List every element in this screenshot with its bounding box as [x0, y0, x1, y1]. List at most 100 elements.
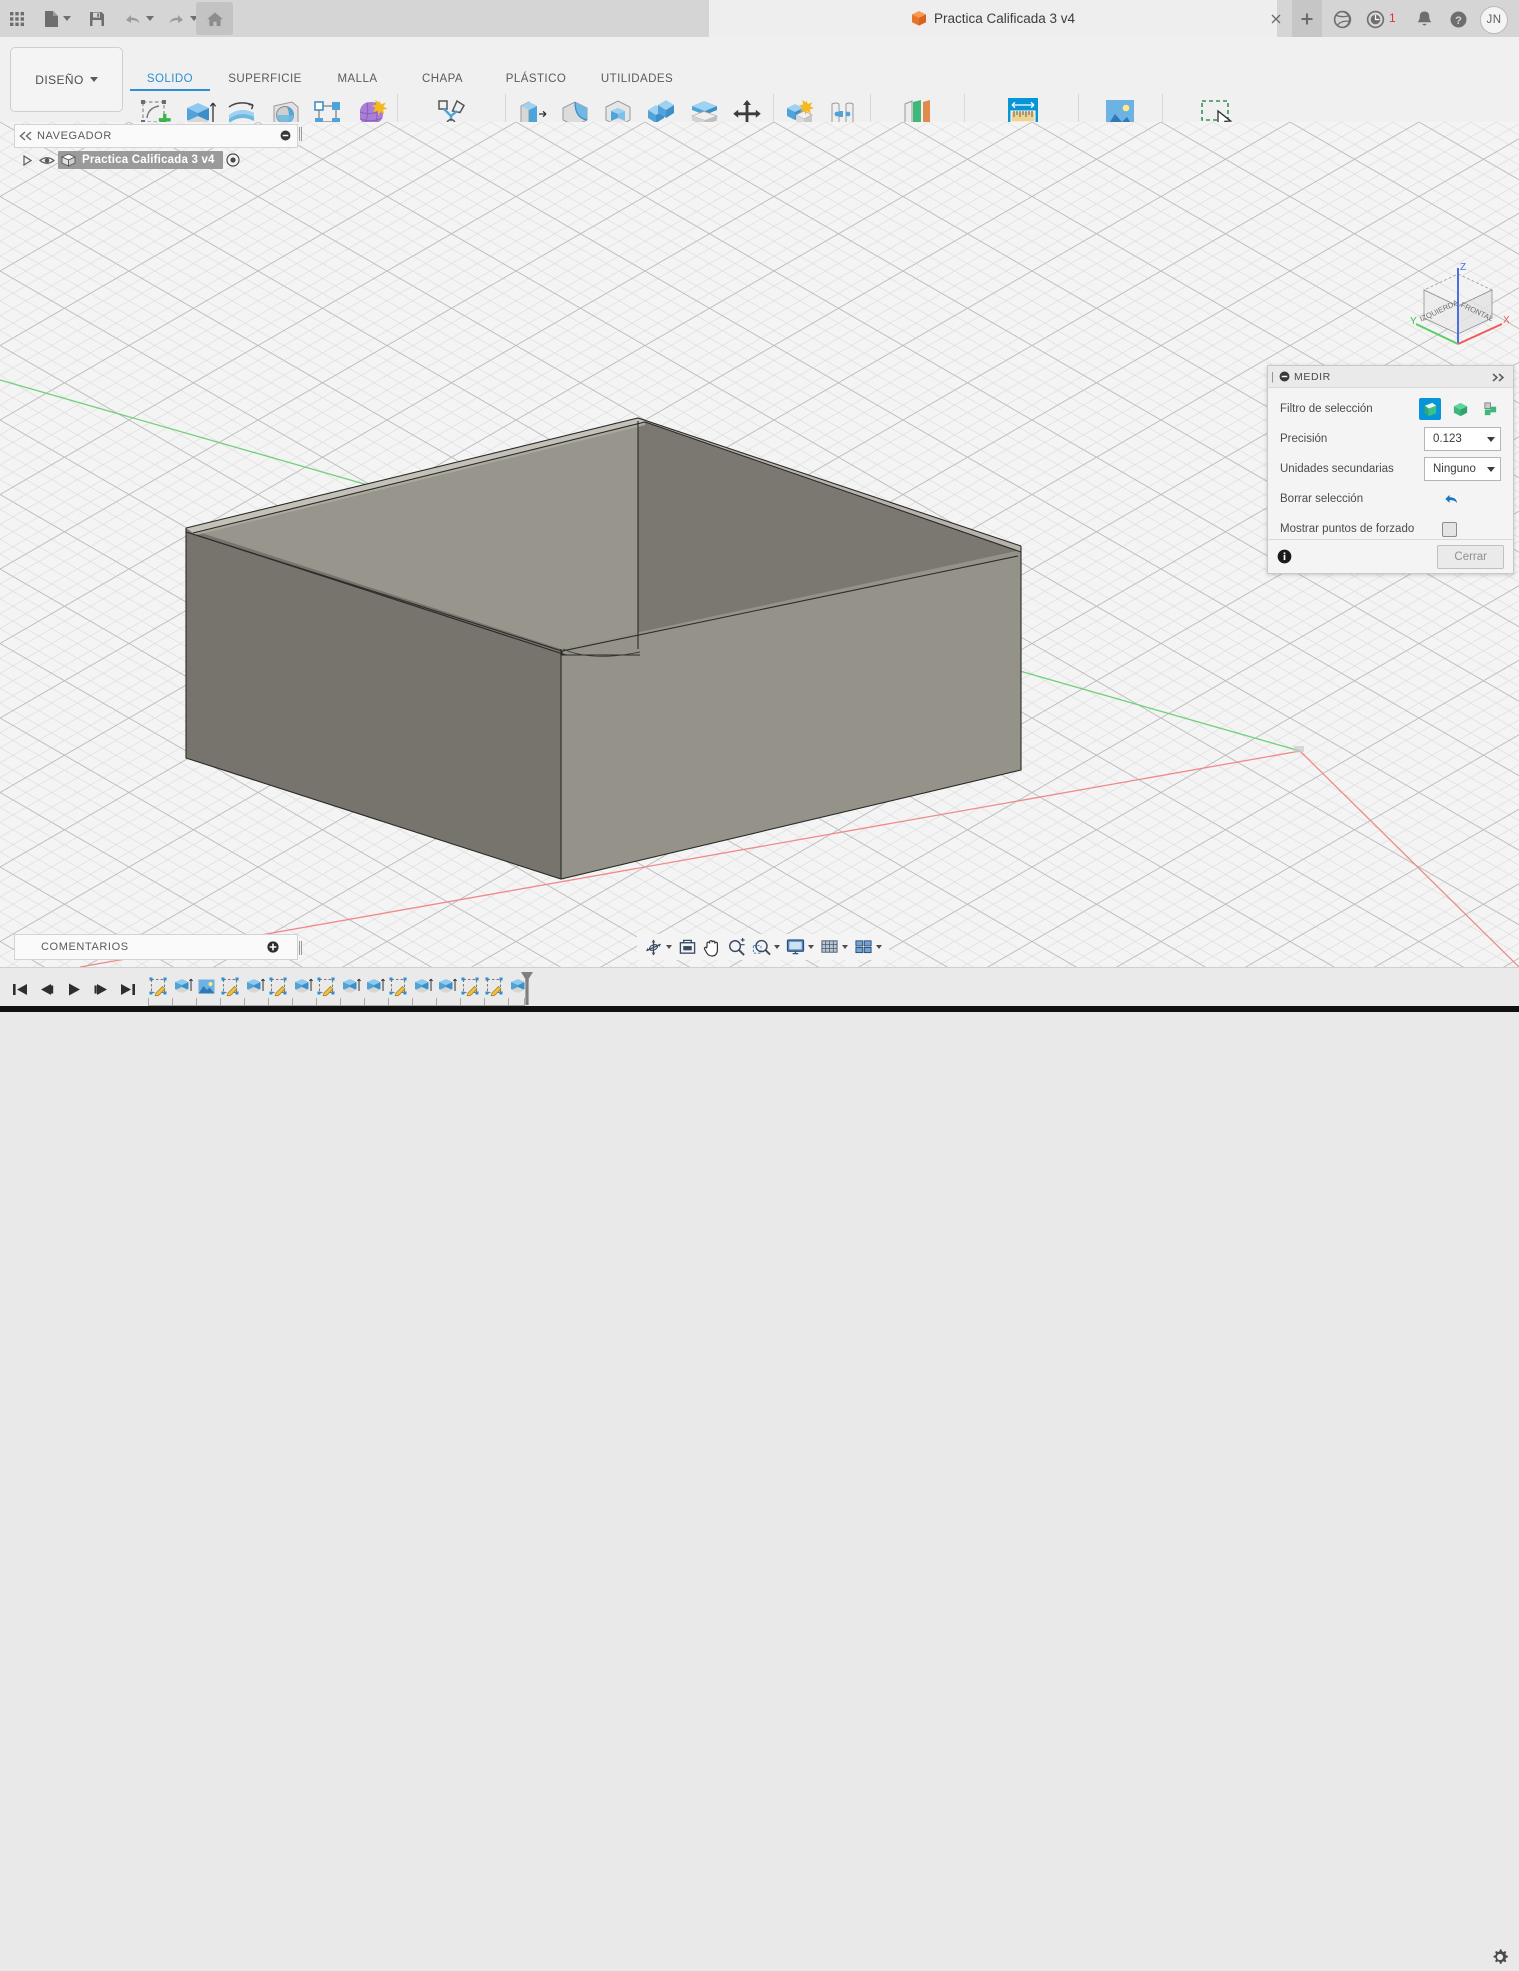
viewports-icon[interactable]: [851, 935, 885, 959]
timeline-feature-sketch[interactable]: [266, 974, 290, 998]
row-label: Mostrar puntos de forzado: [1280, 523, 1442, 535]
tab-utilidades[interactable]: UTILIDADES: [582, 73, 692, 89]
timeline-go-start-button[interactable]: [8, 976, 32, 1002]
tab-superficie[interactable]: SUPERFICIE: [210, 73, 320, 89]
document-tab[interactable]: Practica Calificada 3 v4: [709, 0, 1277, 37]
avatar[interactable]: JN: [1480, 6, 1508, 34]
measure-dialog[interactable]: | MEDIR Filtro de selección: [1267, 365, 1514, 574]
home-icon[interactable]: [196, 2, 233, 35]
timeline-feature-extrude[interactable]: [338, 974, 362, 998]
timeline-feature-sketch[interactable]: [314, 974, 338, 998]
chevron-down-icon: [146, 16, 154, 21]
secondary-units-select[interactable]: Ninguno: [1424, 457, 1501, 481]
app-grid-icon[interactable]: [4, 3, 30, 34]
pan-icon[interactable]: [700, 935, 724, 959]
row-label: Filtro de selección: [1280, 403, 1419, 415]
component-cube-icon: [58, 151, 78, 169]
comments-panel: COMENTARIOS: [14, 934, 298, 960]
workspace-switcher[interactable]: DISEÑO: [10, 47, 123, 112]
look-at-icon[interactable]: [675, 935, 700, 959]
new-tab-button[interactable]: [1292, 0, 1322, 37]
timeline-feature-sketch[interactable]: [482, 974, 506, 998]
timeline-feature-canvas[interactable]: [194, 974, 218, 998]
timeline-feature-sketch[interactable]: [218, 974, 242, 998]
drag-handle-icon[interactable]: |: [1268, 371, 1277, 383]
timeline-step-back-button[interactable]: [35, 976, 59, 1002]
chevron-down-icon: [876, 945, 882, 949]
display-settings-icon[interactable]: [783, 935, 817, 959]
row-unidades-secundarias: Unidades secundarias Ninguno: [1268, 454, 1513, 484]
view-navigation-bar: [637, 934, 889, 960]
extensions-icon[interactable]: [1330, 7, 1354, 31]
tab-chapa[interactable]: CHAPA: [395, 73, 490, 89]
timeline-feature-sketch[interactable]: [458, 974, 482, 998]
help-icon[interactable]: ?: [1446, 7, 1470, 31]
tab-solido[interactable]: SOLIDO: [130, 73, 210, 91]
chevron-down-icon: [808, 945, 814, 949]
measure-dialog-header[interactable]: | MEDIR: [1268, 366, 1513, 388]
comments-resize-handle[interactable]: [298, 940, 303, 956]
document-title: Practica Calificada 3 v4: [934, 11, 1075, 26]
add-comment-icon[interactable]: [267, 941, 279, 953]
undo-icon[interactable]: [118, 3, 158, 34]
tab-label: CHAPA: [422, 73, 463, 85]
grid-snaps-icon[interactable]: [817, 935, 851, 959]
collapse-navigator-icon[interactable]: [15, 126, 37, 146]
close-tab-icon[interactable]: [1268, 11, 1284, 27]
browser-root-label: Practica Calificada 3 v4: [78, 154, 215, 166]
view-cube[interactable]: IZQUIERDA FRONTAL Z Y X: [1404, 258, 1512, 350]
timeline-feature-extrude[interactable]: [362, 974, 386, 998]
orbit-icon[interactable]: [641, 935, 675, 959]
collapse-icon[interactable]: [1277, 369, 1292, 384]
tab-malla[interactable]: MALLA: [320, 73, 395, 89]
timeline-go-end-button[interactable]: [116, 976, 140, 1002]
zoom-window-icon[interactable]: [749, 935, 783, 959]
zoom-icon[interactable]: [724, 935, 749, 959]
navigator-resize-handle[interactable]: [298, 126, 303, 142]
jobs-count-badge: 1: [1389, 11, 1396, 25]
browser-root-chip[interactable]: Practica Calificada 3 v4: [58, 151, 223, 169]
precision-select[interactable]: 0.123: [1424, 427, 1501, 451]
filter-component-icon[interactable]: [1479, 398, 1501, 420]
close-button[interactable]: Cerrar: [1437, 545, 1504, 569]
row-label: Precisión: [1280, 433, 1424, 445]
minimize-navigator-icon[interactable]: [280, 130, 291, 141]
jobs-icon[interactable]: [1363, 7, 1387, 31]
ribbon-tabs: SOLIDO SUPERFICIE MALLA CHAPA PLÁSTICO U…: [130, 73, 692, 91]
row-label: Borrar selección: [1280, 493, 1439, 505]
chevron-down-icon: [90, 77, 98, 82]
info-icon[interactable]: [1277, 549, 1292, 564]
viewport[interactable]: NAVEGADOR: [0, 122, 1519, 967]
fusion360-window: Practica Calificada 3 v4 1: [0, 0, 1519, 1012]
comments-title: COMENTARIOS: [41, 941, 129, 953]
timeline-play-button[interactable]: [62, 976, 86, 1002]
gear-icon[interactable]: [1489, 1946, 1511, 1968]
snap-points-checkbox[interactable]: [1442, 522, 1457, 537]
svg-text:?: ?: [1455, 14, 1462, 26]
timeline-feature-extrude[interactable]: [170, 974, 194, 998]
chevron-down-icon: [63, 16, 71, 21]
filter-face-icon[interactable]: [1419, 398, 1441, 420]
measure-dialog-title: MEDIR: [1294, 371, 1331, 383]
timeline-feature-extrude[interactable]: [242, 974, 266, 998]
timeline-end-marker[interactable]: [519, 971, 535, 1010]
timeline-feature-sketch[interactable]: [146, 974, 170, 998]
notifications-icon[interactable]: [1412, 7, 1436, 31]
timeline-feature-sketch[interactable]: [386, 974, 410, 998]
visibility-eye-icon[interactable]: [36, 151, 58, 169]
browser-root-row[interactable]: Practica Calificada 3 v4: [18, 151, 243, 169]
filter-body-icon[interactable]: [1449, 398, 1471, 420]
tab-plastico[interactable]: PLÁSTICO: [490, 73, 582, 89]
row-filtro-seleccion: Filtro de selección: [1268, 394, 1513, 424]
timeline-feature-extrude[interactable]: [290, 974, 314, 998]
timeline-feature-extrude[interactable]: [434, 974, 458, 998]
save-icon[interactable]: [84, 3, 110, 34]
clear-selection-icon[interactable]: [1439, 490, 1461, 508]
new-file-icon[interactable]: [38, 3, 76, 34]
expand-triangle-icon[interactable]: [18, 151, 36, 169]
activate-component-icon[interactable]: [223, 151, 243, 169]
timeline-step-forward-button[interactable]: [89, 976, 113, 1002]
avatar-initials: JN: [1486, 14, 1501, 26]
timeline-feature-extrude[interactable]: [410, 974, 434, 998]
expand-right-icon[interactable]: [1492, 371, 1506, 385]
